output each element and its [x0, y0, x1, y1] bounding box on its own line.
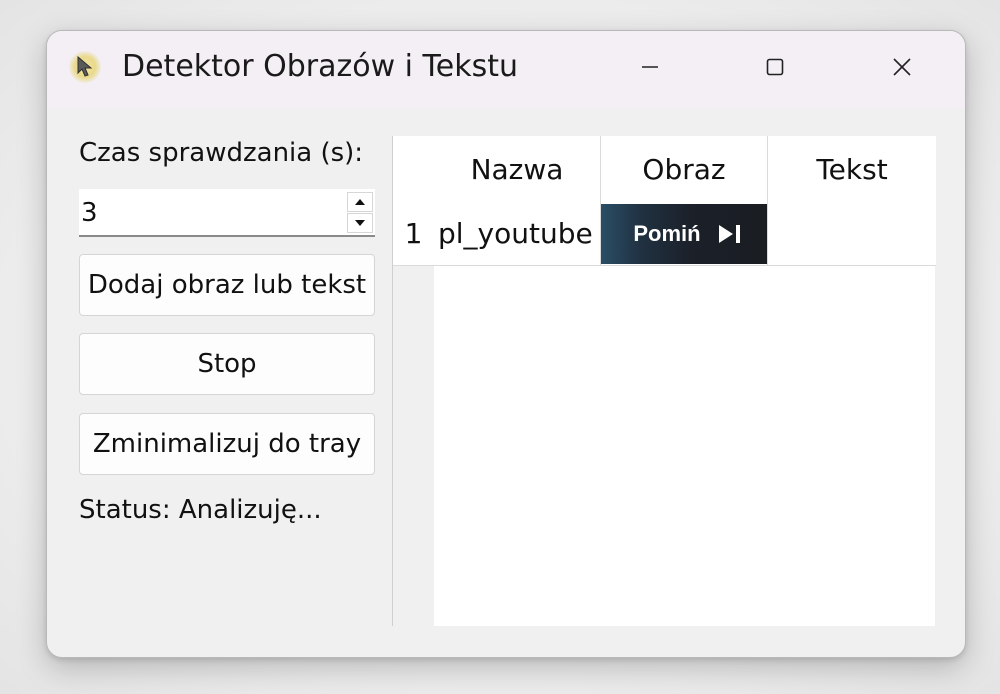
- arrow-up-icon: [355, 199, 365, 205]
- desktop: Detektor Obrazów i Tekstu Czas sprawdzan…: [0, 0, 1000, 694]
- minimize-button[interactable]: [602, 31, 698, 103]
- status-text: Status: Analizuję...: [79, 495, 322, 525]
- cell-text[interactable]: [768, 202, 936, 266]
- column-header-text[interactable]: Tekst: [768, 136, 936, 202]
- close-icon: [893, 58, 911, 76]
- app-window: Detektor Obrazów i Tekstu Czas sprawdzan…: [46, 30, 966, 658]
- close-button[interactable]: [854, 31, 950, 103]
- minimize-to-tray-button[interactable]: Zminimalizuj do tray: [79, 413, 375, 475]
- spin-up-button[interactable]: [347, 192, 373, 212]
- title-bar[interactable]: Detektor Obrazów i Tekstu: [47, 31, 965, 107]
- interval-spinbox[interactable]: 3: [79, 189, 375, 237]
- interval-value[interactable]: 3: [81, 198, 98, 228]
- add-image-or-text-button[interactable]: Dodaj obraz lub tekst: [79, 254, 375, 316]
- stop-button[interactable]: Stop: [79, 333, 375, 395]
- spin-down-button[interactable]: [347, 213, 373, 233]
- skip-next-icon: [718, 224, 740, 243]
- maximize-icon: [766, 58, 784, 76]
- column-header-name[interactable]: Nazwa: [434, 136, 601, 202]
- arrow-down-icon: [355, 220, 365, 226]
- column-header-image[interactable]: Obraz: [601, 136, 768, 202]
- image-thumbnail: Pomiń: [601, 203, 767, 264]
- row-number[interactable]: 1: [393, 202, 434, 266]
- window-title: Detektor Obrazów i Tekstu: [122, 49, 519, 84]
- table-corner[interactable]: [393, 136, 434, 202]
- minimize-icon: [642, 66, 658, 68]
- cell-name[interactable]: pl_youtube: [434, 202, 601, 266]
- app-cursor-icon: [69, 51, 101, 83]
- cell-image[interactable]: Pomiń: [601, 202, 768, 266]
- thumbnail-label: Pomiń: [633, 220, 701, 246]
- interval-label: Czas sprawdzania (s):: [79, 138, 364, 168]
- maximize-button[interactable]: [727, 31, 823, 103]
- detection-table[interactable]: Nazwa Obraz Tekst 1 pl_youtube Pomiń: [392, 136, 936, 626]
